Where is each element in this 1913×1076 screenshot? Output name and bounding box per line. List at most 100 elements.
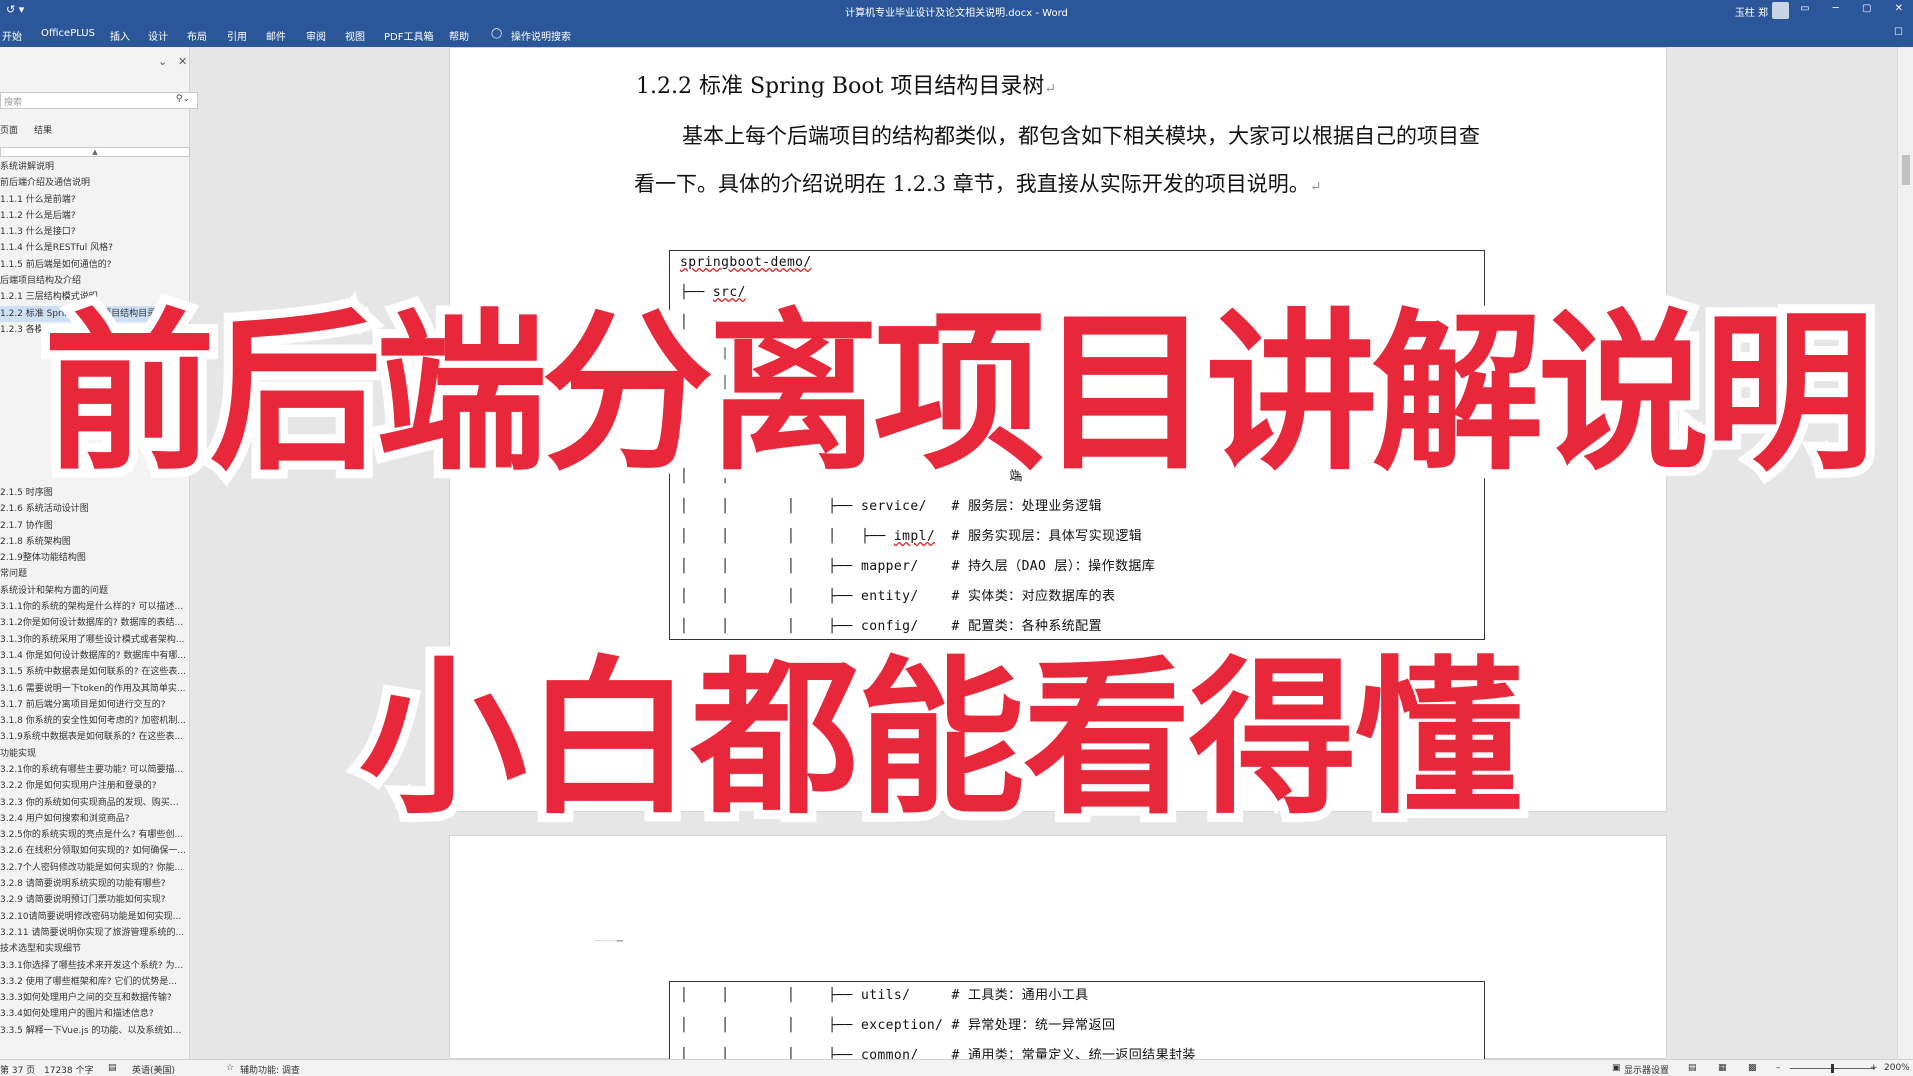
code-dir: impl/ xyxy=(893,529,936,544)
nav-item[interactable]: 系统设计和架构方面的问题 xyxy=(0,583,190,599)
nav-item[interactable]: 3.1.6 需要说明一下token的作用及其简单实... xyxy=(0,681,190,697)
nav-item[interactable]: 3.2.7个人密码修改功能是如何实现的? 你能... xyxy=(0,860,190,876)
scroll-thumb[interactable] xyxy=(1902,155,1910,185)
web-layout-icon[interactable]: ▩ xyxy=(1748,1063,1757,1073)
tab-home[interactable]: 开始 xyxy=(2,28,22,43)
code-line: springboot-demo/ xyxy=(680,255,812,270)
code-comment: # 实体类：对应数据库的表 xyxy=(951,589,1116,604)
tab-pages[interactable]: 页面 xyxy=(0,123,18,136)
nav-item[interactable]: 3.2.9 请简要说明预订门票功能如何实现? xyxy=(0,892,190,908)
nav-item[interactable]: 后端项目结构及介绍 xyxy=(0,273,190,289)
nav-item[interactable]: 2.1.7 协作图 xyxy=(0,518,190,534)
nav-item[interactable]: 常问题 xyxy=(0,566,190,582)
nav-item[interactable]: 3.2.6 在线积分领取如何实现的? 如何确保一... xyxy=(0,843,190,859)
tab-review[interactable]: 审阅 xyxy=(306,28,326,43)
paragraph-mark: ↵ xyxy=(1044,81,1057,97)
tree-branch: │ │ │ │ ├── xyxy=(680,529,894,544)
close-pane-icon[interactable]: ✕ xyxy=(178,55,187,68)
nav-item[interactable]: 3.1.7 前后端分离项目是如何进行交互的? xyxy=(0,697,190,713)
tab-help[interactable]: 帮助 xyxy=(449,28,469,43)
nav-item[interactable]: 1.1.3 什么是接口? xyxy=(0,224,190,240)
tab-officeplus[interactable]: OfficePLUS xyxy=(41,28,95,39)
section-heading[interactable]: 1.2.2 标准 Spring Boot 项目结构目录树↵ xyxy=(636,68,1056,100)
tab-design[interactable]: 设计 xyxy=(148,28,168,43)
nav-item[interactable]: 3.3.4如何处理用户的图片和描述信息? xyxy=(0,1006,190,1022)
nav-item[interactable]: 3.2.11 请简要说明你实现了旅游管理系统的... xyxy=(0,925,190,941)
chevron-down-icon[interactable]: ⌄ xyxy=(158,55,167,68)
paragraph-mark: ↵ xyxy=(1309,179,1322,195)
code-dir: springboot-demo/ xyxy=(680,255,812,270)
read-mode-icon[interactable]: ▤ xyxy=(1688,1063,1697,1073)
nav-item[interactable]: 3.1.8 你系统的安全性如何考虑的? 加密机制... xyxy=(0,713,190,729)
accessibility-status[interactable]: 辅助功能: 调查 xyxy=(240,1063,300,1076)
window-controls[interactable]: ▭ ─ ▢ ✕ xyxy=(1800,3,1903,14)
nav-item[interactable]: 前后端介绍及通信说明 xyxy=(0,175,190,191)
nav-item[interactable]: 3.1.5 系统中数据表是如何联系的? 在这些表... xyxy=(0,664,190,680)
search-input[interactable]: 搜索 ⚲⌄ xyxy=(0,92,198,109)
nav-item[interactable]: 3.2.10请简要说明修改密码功能是如何实现... xyxy=(0,909,190,925)
nav-item[interactable]: 1.1.1 什么是前端? xyxy=(0,192,190,208)
tab-insert[interactable]: 插入 xyxy=(110,28,130,43)
zoom-level[interactable]: 200% xyxy=(1884,1063,1910,1073)
nav-item[interactable]: 3.1.4 你是如何设计数据库的? 数据库中有哪... xyxy=(0,648,190,664)
tab-results[interactable]: 结果 xyxy=(34,123,52,136)
zoom-out-icon[interactable]: – xyxy=(1776,1063,1781,1073)
tab-pdf-tools[interactable]: PDF工具箱 xyxy=(384,28,433,43)
nav-item[interactable]: 技术选型和实现细节 xyxy=(0,941,190,957)
nav-item[interactable]: 功能实现 xyxy=(0,746,190,762)
tab-mailings[interactable]: 邮件 xyxy=(266,28,286,43)
vertical-scrollbar[interactable] xyxy=(1897,47,1913,1059)
zoom-in-icon[interactable]: + xyxy=(1870,1063,1878,1073)
tab-layout[interactable]: 布局 xyxy=(187,28,207,43)
nav-item[interactable]: 系统讲解说明 xyxy=(0,159,190,175)
nav-item[interactable]: 2.1.9整体功能结构图 xyxy=(0,550,190,566)
display-settings[interactable]: 显示器设置 xyxy=(1624,1063,1669,1076)
zoom-slider-thumb[interactable] xyxy=(1831,1064,1834,1073)
nav-item[interactable]: 3.3.5 解释一下Vue.js 的功能、以及系统如何... xyxy=(0,1023,190,1039)
nav-item[interactable]: 3.3.2 使用了哪些框架和库? 它们的优势是... xyxy=(0,974,190,990)
lightbulb-icon[interactable]: ◯ xyxy=(491,28,502,39)
nav-item[interactable]: 3.2.1你的系统有哪些主要功能? 可以简要描... xyxy=(0,762,190,778)
proofing-icon[interactable]: ▤ xyxy=(108,1063,117,1073)
nav-item[interactable]: 3.2.5你的系统实现的亮点是什么? 有哪些创... xyxy=(0,827,190,843)
nav-item[interactable]: 3.3.3如何处理用户之间的交互和数据传输? xyxy=(0,990,190,1006)
nav-item[interactable]: 3.1.9系统中数据表是如何联系的? 在这些表... xyxy=(0,729,190,745)
comment-icon[interactable]: ☐ xyxy=(1894,27,1903,38)
code-dir: service/ xyxy=(861,499,927,514)
nav-item[interactable]: 1.1.2 什么是后端? xyxy=(0,208,190,224)
word-count[interactable]: 17238 个字 xyxy=(44,1063,94,1076)
code-dir: mapper/ xyxy=(861,559,919,574)
nav-item[interactable]: 2.1.6 系统活动设计图 xyxy=(0,501,190,517)
nav-item[interactable]: 3.1.2你是如何设计数据库的? 数据库的表结... xyxy=(0,615,190,631)
code-line: │ │ │ ├── exception/ # 异常处理：统一异常返回 xyxy=(680,1014,1115,1033)
user-name[interactable]: 玉柱 郑 xyxy=(1735,4,1768,19)
nav-item[interactable]: 1.1.5 前后端是如何通信的? xyxy=(0,257,190,273)
page-count[interactable]: 第 37 页 xyxy=(0,1063,35,1076)
nav-item[interactable]: 3.3.1你选择了哪些技术来开发这个系统? 为... xyxy=(0,958,190,974)
code-line: │ │ │ ├── service/ # 服务层：处理业务逻辑 xyxy=(680,495,1102,514)
nav-item[interactable]: 3.2.2 你是如何实现用户注册和登录的? xyxy=(0,778,190,794)
avatar[interactable] xyxy=(1772,2,1789,19)
code-comment: # 持久层（DAO 层）：操作数据库 xyxy=(951,559,1156,574)
nav-item[interactable]: 3.2.3 你的系统如何实现商品的发现、购买和... xyxy=(0,795,190,811)
nav-item[interactable]: 1.1.4 什么是RESTful 风格? xyxy=(0,240,190,256)
tab-references[interactable]: 引用 xyxy=(227,28,247,43)
code-block-bottom[interactable]: │ │ │ ├── utils/ # 工具类：通用小工具 │ │ │ ├── e… xyxy=(669,981,1485,1063)
nav-item[interactable]: 3.2.4 用户如何搜索和浏览商品? xyxy=(0,811,190,827)
nav-item[interactable]: 2.1.8 系统架构图 xyxy=(0,534,190,550)
accessibility-icon[interactable]: ☆ xyxy=(226,1063,234,1073)
nav-item[interactable]: 3.1.1你的系统的架构是什么样的? 可以描述... xyxy=(0,599,190,615)
tab-view[interactable]: 视图 xyxy=(345,28,365,43)
tree-branch: │ │ │ ├── xyxy=(680,499,861,514)
code-line: │ │ │ ├── mapper/ # 持久层（DAO 层）：操作数据库 xyxy=(680,555,1155,574)
code-dir: entity/ xyxy=(861,589,919,604)
tell-me-search[interactable]: 操作说明搜索 xyxy=(511,28,571,43)
nav-item[interactable]: 3.2.8 请简要说明系统实现的功能有哪些? xyxy=(0,876,190,892)
search-icon[interactable]: ⚲⌄ xyxy=(176,94,190,104)
display-settings-icon[interactable]: ▣ xyxy=(1612,1063,1621,1073)
print-layout-icon[interactable]: ▦ xyxy=(1718,1063,1727,1073)
language-status[interactable]: 英语(美国) xyxy=(132,1063,175,1076)
body-paragraph[interactable]: 基本上每个后端项目的结构都类似，都包含如下相关模块，大家可以根据自己的项目查看一… xyxy=(634,112,1484,211)
title-bar: ↺ ▾ 计算机专业毕业设计及论文相关说明.docx - Word 玉柱 郑 ▭ … xyxy=(0,0,1913,21)
nav-item[interactable]: 3.1.3你的系统采用了哪些设计模式或者架构... xyxy=(0,632,190,648)
